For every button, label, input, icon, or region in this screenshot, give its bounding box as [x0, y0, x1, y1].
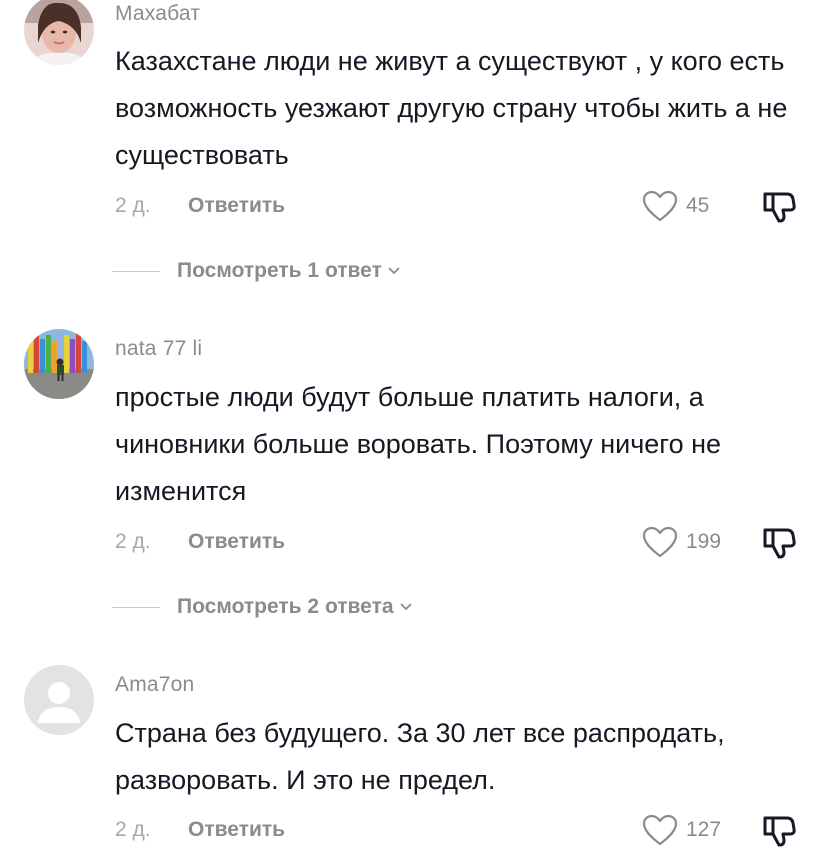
heart-outline-icon	[642, 190, 678, 222]
view-replies-button[interactable]: Посмотреть 2 ответа	[112, 592, 413, 622]
dislike-button[interactable]	[762, 812, 798, 848]
chevron-down-icon	[388, 267, 400, 275]
like-count: 127	[686, 818, 722, 841]
heart-outline-icon	[642, 814, 678, 846]
like-button[interactable]: 127	[642, 810, 721, 850]
chevron-down-icon	[399, 603, 412, 611]
like-count: 199	[686, 530, 722, 553]
comment-actions: 2 д. Ответить 199	[115, 522, 805, 562]
comment-time: 2 д.	[115, 194, 151, 217]
thumbs-down-outline-icon	[763, 192, 796, 223]
default-avatar-icon	[24, 665, 94, 735]
reply-button[interactable]: Ответить	[188, 194, 285, 218]
like-count: 45	[686, 194, 710, 217]
dislike-button[interactable]	[762, 188, 798, 224]
avatar[interactable]	[24, 329, 94, 399]
comment-time: 2 д.	[115, 530, 151, 553]
comment-text: Страна без будущего. За 30 лет все распр…	[115, 718, 725, 795]
avatar[interactable]	[24, 0, 94, 65]
comment-username[interactable]: Ama7on	[115, 673, 194, 697]
like-button[interactable]: 199	[642, 522, 721, 562]
heart-outline-icon	[642, 526, 678, 558]
user-photo-icon	[24, 0, 94, 65]
view-replies-label: Посмотреть 1 ответ	[177, 259, 382, 282]
dislike-button[interactable]	[762, 524, 798, 560]
reply-button[interactable]: Ответить	[188, 818, 285, 842]
comment-actions: 2 д. Ответить 127	[115, 810, 805, 850]
comment-actions: 2 д. Ответить 45	[115, 186, 805, 226]
comment-text: Казахстане люди не живут а существуют , …	[115, 46, 788, 170]
divider-line	[112, 606, 160, 608]
view-replies-label: Посмотреть 2 ответа	[177, 595, 394, 618]
reply-button[interactable]: Ответить	[188, 530, 285, 554]
comment-time: 2 д.	[115, 818, 151, 841]
divider-line	[112, 270, 160, 272]
like-button[interactable]: 45	[642, 186, 709, 226]
comment-username[interactable]: Махабат	[115, 2, 200, 26]
thumbs-down-outline-icon	[763, 528, 796, 559]
thumbs-down-outline-icon	[763, 816, 796, 847]
comment-username[interactable]: nata 77 li	[115, 337, 202, 361]
comment-text: простые люди будут больше платить налоги…	[115, 382, 722, 506]
view-replies-button[interactable]: Посмотреть 1 ответ	[112, 256, 401, 286]
playground-photo-icon	[24, 329, 94, 399]
avatar[interactable]	[24, 665, 94, 735]
